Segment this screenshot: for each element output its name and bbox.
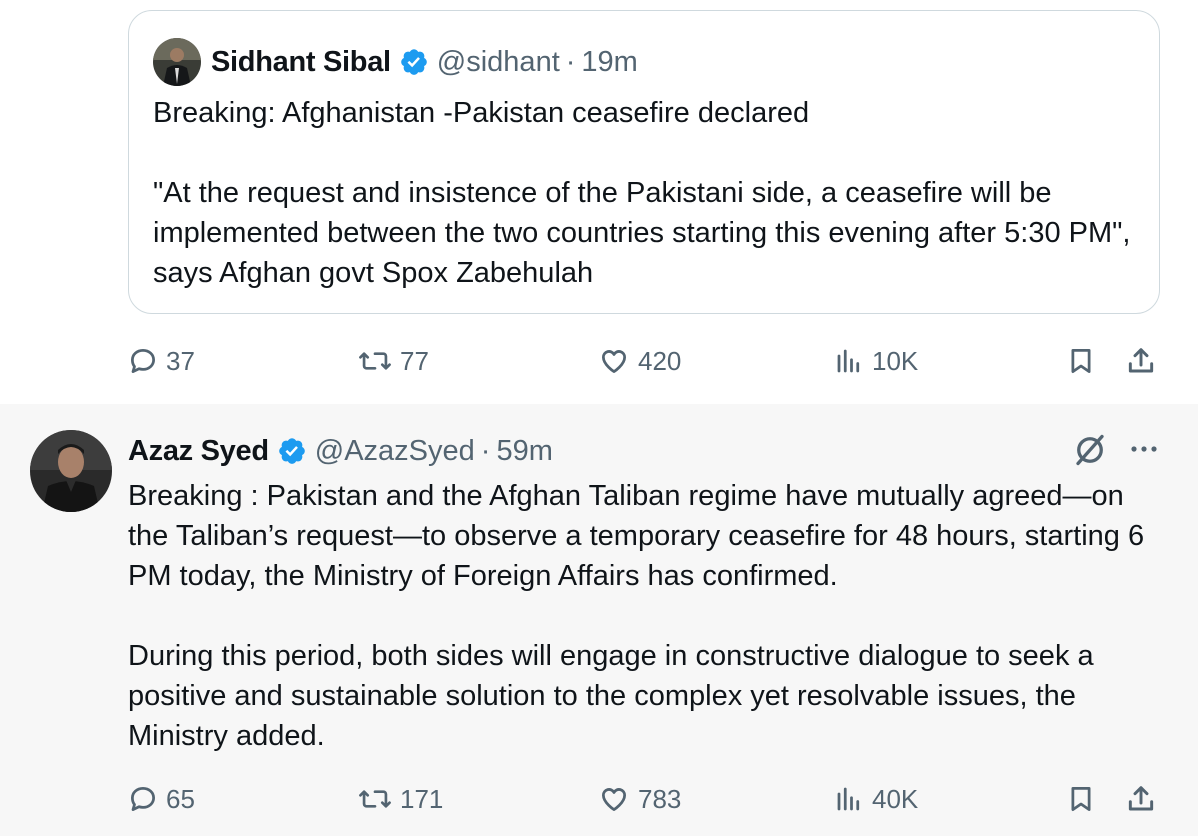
share-button[interactable] <box>1124 776 1158 822</box>
views-button[interactable]: 10K <box>834 338 918 384</box>
quoted-tweet-text: Breaking: Afghanistan -Pakistan ceasefir… <box>153 93 1149 293</box>
tweet-text: Breaking : Pakistan and the Afghan Talib… <box>128 476 1168 756</box>
tweet-actions: 65 171 783 40K <box>128 776 1168 822</box>
bookmark-button[interactable] <box>1066 338 1096 384</box>
separator-dot: · <box>565 45 576 78</box>
views-count: 10K <box>872 345 919 376</box>
views-icon <box>837 349 860 373</box>
author-name[interactable]: Azaz Syed <box>128 435 269 468</box>
like-button[interactable]: 420 <box>598 338 681 384</box>
share-icon <box>1128 786 1154 811</box>
share-icon <box>1128 348 1154 373</box>
reply-icon <box>131 787 155 811</box>
tweet-actions: 37 77 420 10K <box>128 338 1168 384</box>
views-button[interactable]: 40K <box>834 776 918 822</box>
repost-button[interactable]: 171 <box>358 776 443 822</box>
bookmark-icon <box>1071 787 1091 811</box>
more-icon[interactable] <box>1124 434 1164 464</box>
repost-button[interactable]: 77 <box>358 338 429 384</box>
separator-dot: · <box>480 434 491 467</box>
timestamp[interactable]: 19m <box>581 46 637 79</box>
tweet-1: Sidhant Sibal @sidhant · 19m Breaking: A… <box>0 0 1198 404</box>
tweet-paragraph: "At the request and insistence of the Pa… <box>153 177 1131 289</box>
author-handle[interactable]: @AzazSyed <box>315 435 475 468</box>
bookmark-icon <box>1071 349 1091 373</box>
verified-badge-icon <box>400 49 427 75</box>
reply-count: 37 <box>166 345 195 376</box>
author-handle[interactable]: @sidhant <box>437 46 560 79</box>
quoted-tweet-card[interactable]: Sidhant Sibal @sidhant · 19m Breaking: A… <box>128 10 1160 314</box>
repost-icon <box>359 790 391 808</box>
repost-count: 171 <box>400 783 444 814</box>
timestamp[interactable]: 59m <box>496 435 552 468</box>
avatar[interactable] <box>153 38 201 86</box>
quoted-tweet-header: Sidhant Sibal @sidhant · 19m <box>153 38 638 86</box>
author-name[interactable]: Sidhant Sibal <box>211 46 391 79</box>
tweet-header: Azaz Syed @AzazSyed · 59m <box>128 428 553 474</box>
tweet-2: Azaz Syed @AzazSyed · 59m Breaking : Pak… <box>0 404 1198 836</box>
avatar[interactable] <box>30 430 112 512</box>
like-count: 783 <box>638 783 682 814</box>
reply-count: 65 <box>166 783 195 814</box>
tweet-paragraph: Breaking : Pakistan and the Afghan Talib… <box>128 480 1145 592</box>
like-count: 420 <box>638 345 682 376</box>
reply-button[interactable]: 65 <box>128 776 195 822</box>
views-icon <box>837 787 860 811</box>
reply-icon <box>131 349 155 373</box>
like-icon <box>602 350 626 373</box>
verified-badge-icon <box>278 438 305 464</box>
repost-icon <box>359 352 391 370</box>
grok-icon[interactable] <box>1072 432 1108 468</box>
like-icon <box>602 788 626 811</box>
tweet-paragraph: During this period, both sides will enga… <box>128 640 1094 752</box>
bookmark-button[interactable] <box>1066 776 1096 822</box>
reply-button[interactable]: 37 <box>128 338 195 384</box>
tweet-paragraph: Breaking: Afghanistan -Pakistan ceasefir… <box>153 97 810 129</box>
repost-count: 77 <box>400 345 429 376</box>
like-button[interactable]: 783 <box>598 776 681 822</box>
views-count: 40K <box>872 783 919 814</box>
share-button[interactable] <box>1124 338 1158 384</box>
